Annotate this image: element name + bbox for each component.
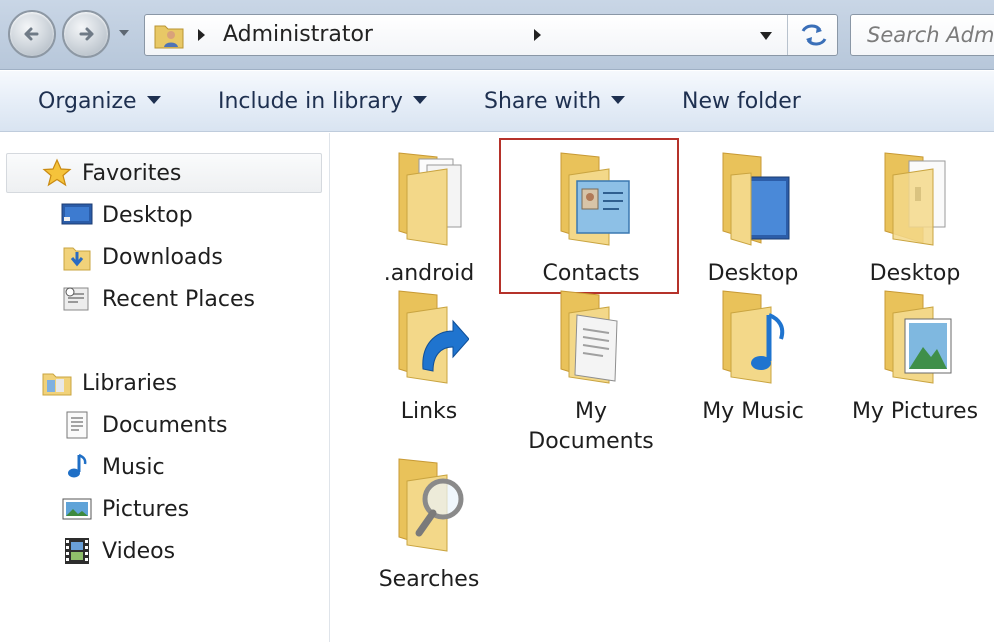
share-with-button[interactable]: Share with bbox=[484, 87, 626, 117]
folder-links-icon bbox=[398, 290, 469, 384]
dropdown-caret-icon bbox=[146, 96, 161, 104]
organize-label: Organize bbox=[38, 89, 137, 114]
folder-my-documents-icon bbox=[560, 290, 618, 384]
star-icon bbox=[40, 157, 74, 189]
folder-label-line-1: My bbox=[574, 399, 607, 424]
file-view: .android Contacts Desktop Desktop Links … bbox=[331, 133, 994, 642]
folder-pictures-icon bbox=[884, 290, 952, 384]
nav-documents[interactable]: Documents bbox=[60, 407, 227, 443]
nav-downloads-label: Downloads bbox=[102, 244, 223, 270]
nav-music-label: Music bbox=[102, 454, 165, 480]
folder-label-line-2: Documents bbox=[528, 429, 654, 454]
breadcrumb-chevron-icon[interactable] bbox=[533, 29, 542, 41]
address-row: Administrator bbox=[0, 0, 994, 70]
search-box[interactable] bbox=[850, 14, 994, 56]
nav-recent-places[interactable]: Recent Places bbox=[60, 281, 255, 317]
back-button[interactable] bbox=[8, 10, 56, 58]
folder-contacts-icon bbox=[560, 152, 630, 246]
libraries-icon bbox=[40, 367, 74, 399]
user-folder-icon bbox=[154, 25, 184, 49]
back-arrow-icon bbox=[24, 27, 39, 41]
downloads-folder-icon bbox=[60, 241, 94, 273]
folder-documents-icon bbox=[398, 152, 462, 246]
nav-pictures-label: Pictures bbox=[102, 496, 190, 522]
folder-document-icon bbox=[884, 152, 946, 246]
nav-music[interactable]: Music bbox=[60, 449, 165, 485]
music-note-icon bbox=[60, 451, 94, 483]
navigation-pane: Favorites Desktop Downloads Recent Place… bbox=[0, 133, 330, 642]
nav-videos[interactable]: Videos bbox=[60, 533, 175, 569]
breadcrumb-segment[interactable]: Administrator bbox=[223, 21, 373, 49]
forward-button[interactable] bbox=[62, 10, 110, 58]
nav-videos-label: Videos bbox=[102, 538, 176, 564]
address-history-dropdown-icon[interactable] bbox=[759, 31, 773, 41]
nav-favorites-label: Favorites bbox=[82, 160, 182, 186]
folder-search-icon bbox=[398, 458, 464, 552]
recent-pages-dropdown-icon[interactable] bbox=[118, 28, 130, 38]
include-in-library-button[interactable]: Include in library bbox=[218, 87, 427, 117]
nav-desktop[interactable]: Desktop bbox=[60, 197, 193, 233]
search-input[interactable] bbox=[851, 15, 994, 55]
folder-music-icon bbox=[722, 290, 785, 384]
folder-label: My Pictures bbox=[851, 399, 979, 424]
nav-documents-label: Documents bbox=[102, 412, 228, 438]
nav-libraries[interactable]: Libraries bbox=[40, 365, 177, 401]
command-bar: Organize Include in library Share with N… bbox=[0, 70, 994, 132]
nav-desktop-label: Desktop bbox=[102, 202, 193, 228]
dropdown-caret-icon bbox=[412, 96, 427, 104]
organize-menu-button[interactable]: Organize bbox=[38, 87, 161, 117]
film-strip-icon bbox=[60, 535, 94, 567]
folder-desktop-icon bbox=[722, 152, 790, 246]
include-in-library-label: Include in library bbox=[218, 89, 403, 114]
pictures-icon bbox=[60, 493, 94, 525]
folder-label: My Documents bbox=[511, 397, 671, 457]
documents-icon bbox=[60, 409, 94, 441]
address-bar[interactable]: Administrator bbox=[144, 14, 838, 56]
folder-label: Searches bbox=[378, 567, 480, 592]
nav-pictures[interactable]: Pictures bbox=[60, 491, 189, 527]
nav-downloads[interactable]: Downloads bbox=[60, 239, 223, 275]
folder-label: Links bbox=[400, 399, 458, 424]
new-folder-button[interactable]: New folder bbox=[682, 87, 801, 117]
folder-label: My Music bbox=[702, 399, 804, 424]
address-separator bbox=[787, 15, 788, 55]
nav-favorites[interactable]: Favorites bbox=[40, 155, 181, 191]
nav-recent-places-label: Recent Places bbox=[102, 286, 255, 312]
share-with-label: Share with bbox=[484, 89, 602, 114]
breadcrumb-chevron-icon[interactable] bbox=[197, 29, 206, 41]
new-folder-label: New folder bbox=[682, 89, 801, 114]
forward-arrow-icon bbox=[79, 27, 94, 41]
refresh-icon[interactable] bbox=[797, 21, 831, 49]
dropdown-caret-icon bbox=[611, 96, 626, 104]
recent-places-icon bbox=[60, 283, 94, 315]
nav-libraries-label: Libraries bbox=[82, 370, 178, 396]
desktop-icon bbox=[60, 199, 94, 231]
